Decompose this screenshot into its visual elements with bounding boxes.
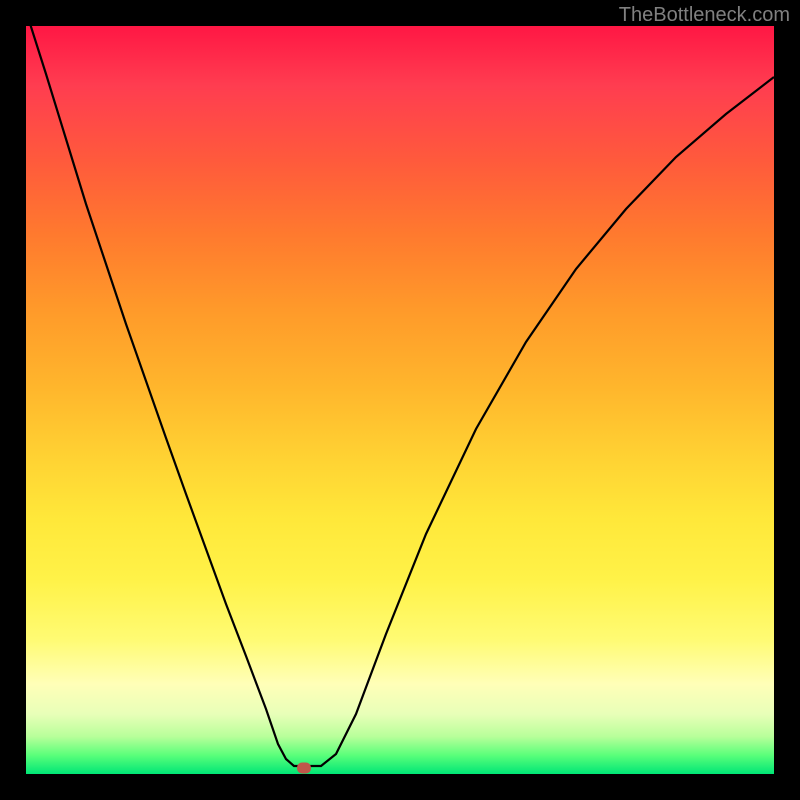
watermark-text: TheBottleneck.com: [619, 4, 790, 27]
bottleneck-curve: [26, 26, 774, 766]
chart-plot-area: [26, 26, 774, 774]
chart-svg: [26, 26, 774, 774]
optimal-point-marker: [297, 763, 311, 774]
